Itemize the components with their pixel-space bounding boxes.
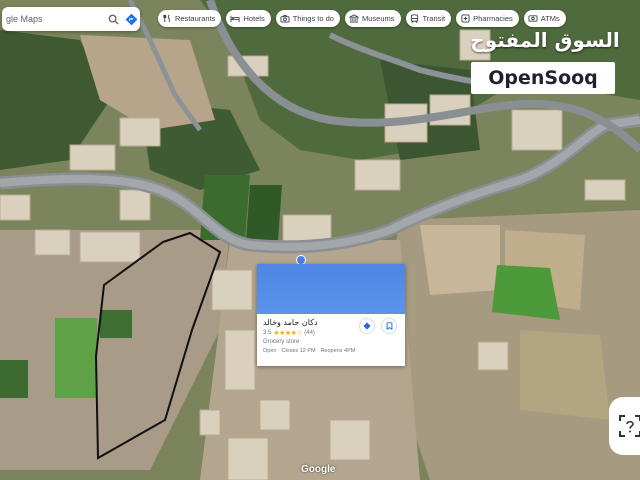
search-box[interactable]: gle Maps	[2, 7, 140, 31]
scan-button[interactable]	[609, 397, 640, 455]
chip-pharmacies[interactable]: Pharmacies	[456, 10, 519, 27]
place-photo[interactable]	[257, 264, 405, 314]
star-icons: ★★★★☆	[273, 330, 303, 337]
transit-icon	[410, 14, 420, 24]
search-input[interactable]: gle Maps	[2, 14, 104, 24]
place-hours: Open · Closes 12 PM · Reopens 4PM	[263, 348, 356, 354]
category-chips: Restaurants Hotels Things to do Museums …	[158, 10, 566, 27]
search-icon[interactable]	[104, 10, 122, 28]
restaurant-icon	[162, 14, 172, 24]
place-card-body: دكان حامد وخالد 3.5 ★★★★☆ (44) Grocery s…	[257, 314, 405, 358]
review-count: (44)	[304, 330, 315, 336]
directions-icon[interactable]	[122, 10, 140, 28]
watermark-arabic: السوق المفتوح	[470, 28, 620, 52]
chip-things-to-do[interactable]: Things to do	[275, 10, 340, 27]
scan-icon	[619, 415, 640, 437]
place-category: Grocery store	[263, 339, 300, 345]
hotel-icon	[230, 14, 240, 24]
google-logo: Google	[301, 464, 336, 475]
museum-icon	[348, 14, 359, 24]
place-actions	[359, 318, 397, 334]
place-card[interactable]: دكان حامد وخالد 3.5 ★★★★☆ (44) Grocery s…	[257, 264, 405, 366]
watermark-logo: OpenSooq	[471, 62, 615, 94]
chip-hotels[interactable]: Hotels	[226, 10, 271, 27]
chip-transit[interactable]: Transit	[405, 10, 452, 27]
atm-icon	[528, 14, 538, 24]
directions-icon	[363, 322, 371, 330]
save-button[interactable]	[381, 318, 397, 334]
chip-museums[interactable]: Museums	[344, 10, 401, 27]
rating-value: 3.5	[263, 330, 272, 336]
pharmacy-icon	[460, 14, 470, 24]
bookmark-icon	[386, 322, 392, 330]
chip-atms[interactable]: ATMs	[523, 10, 566, 27]
camera-icon	[280, 14, 290, 24]
chip-restaurants[interactable]: Restaurants	[158, 10, 222, 27]
directions-button[interactable]	[359, 318, 375, 334]
